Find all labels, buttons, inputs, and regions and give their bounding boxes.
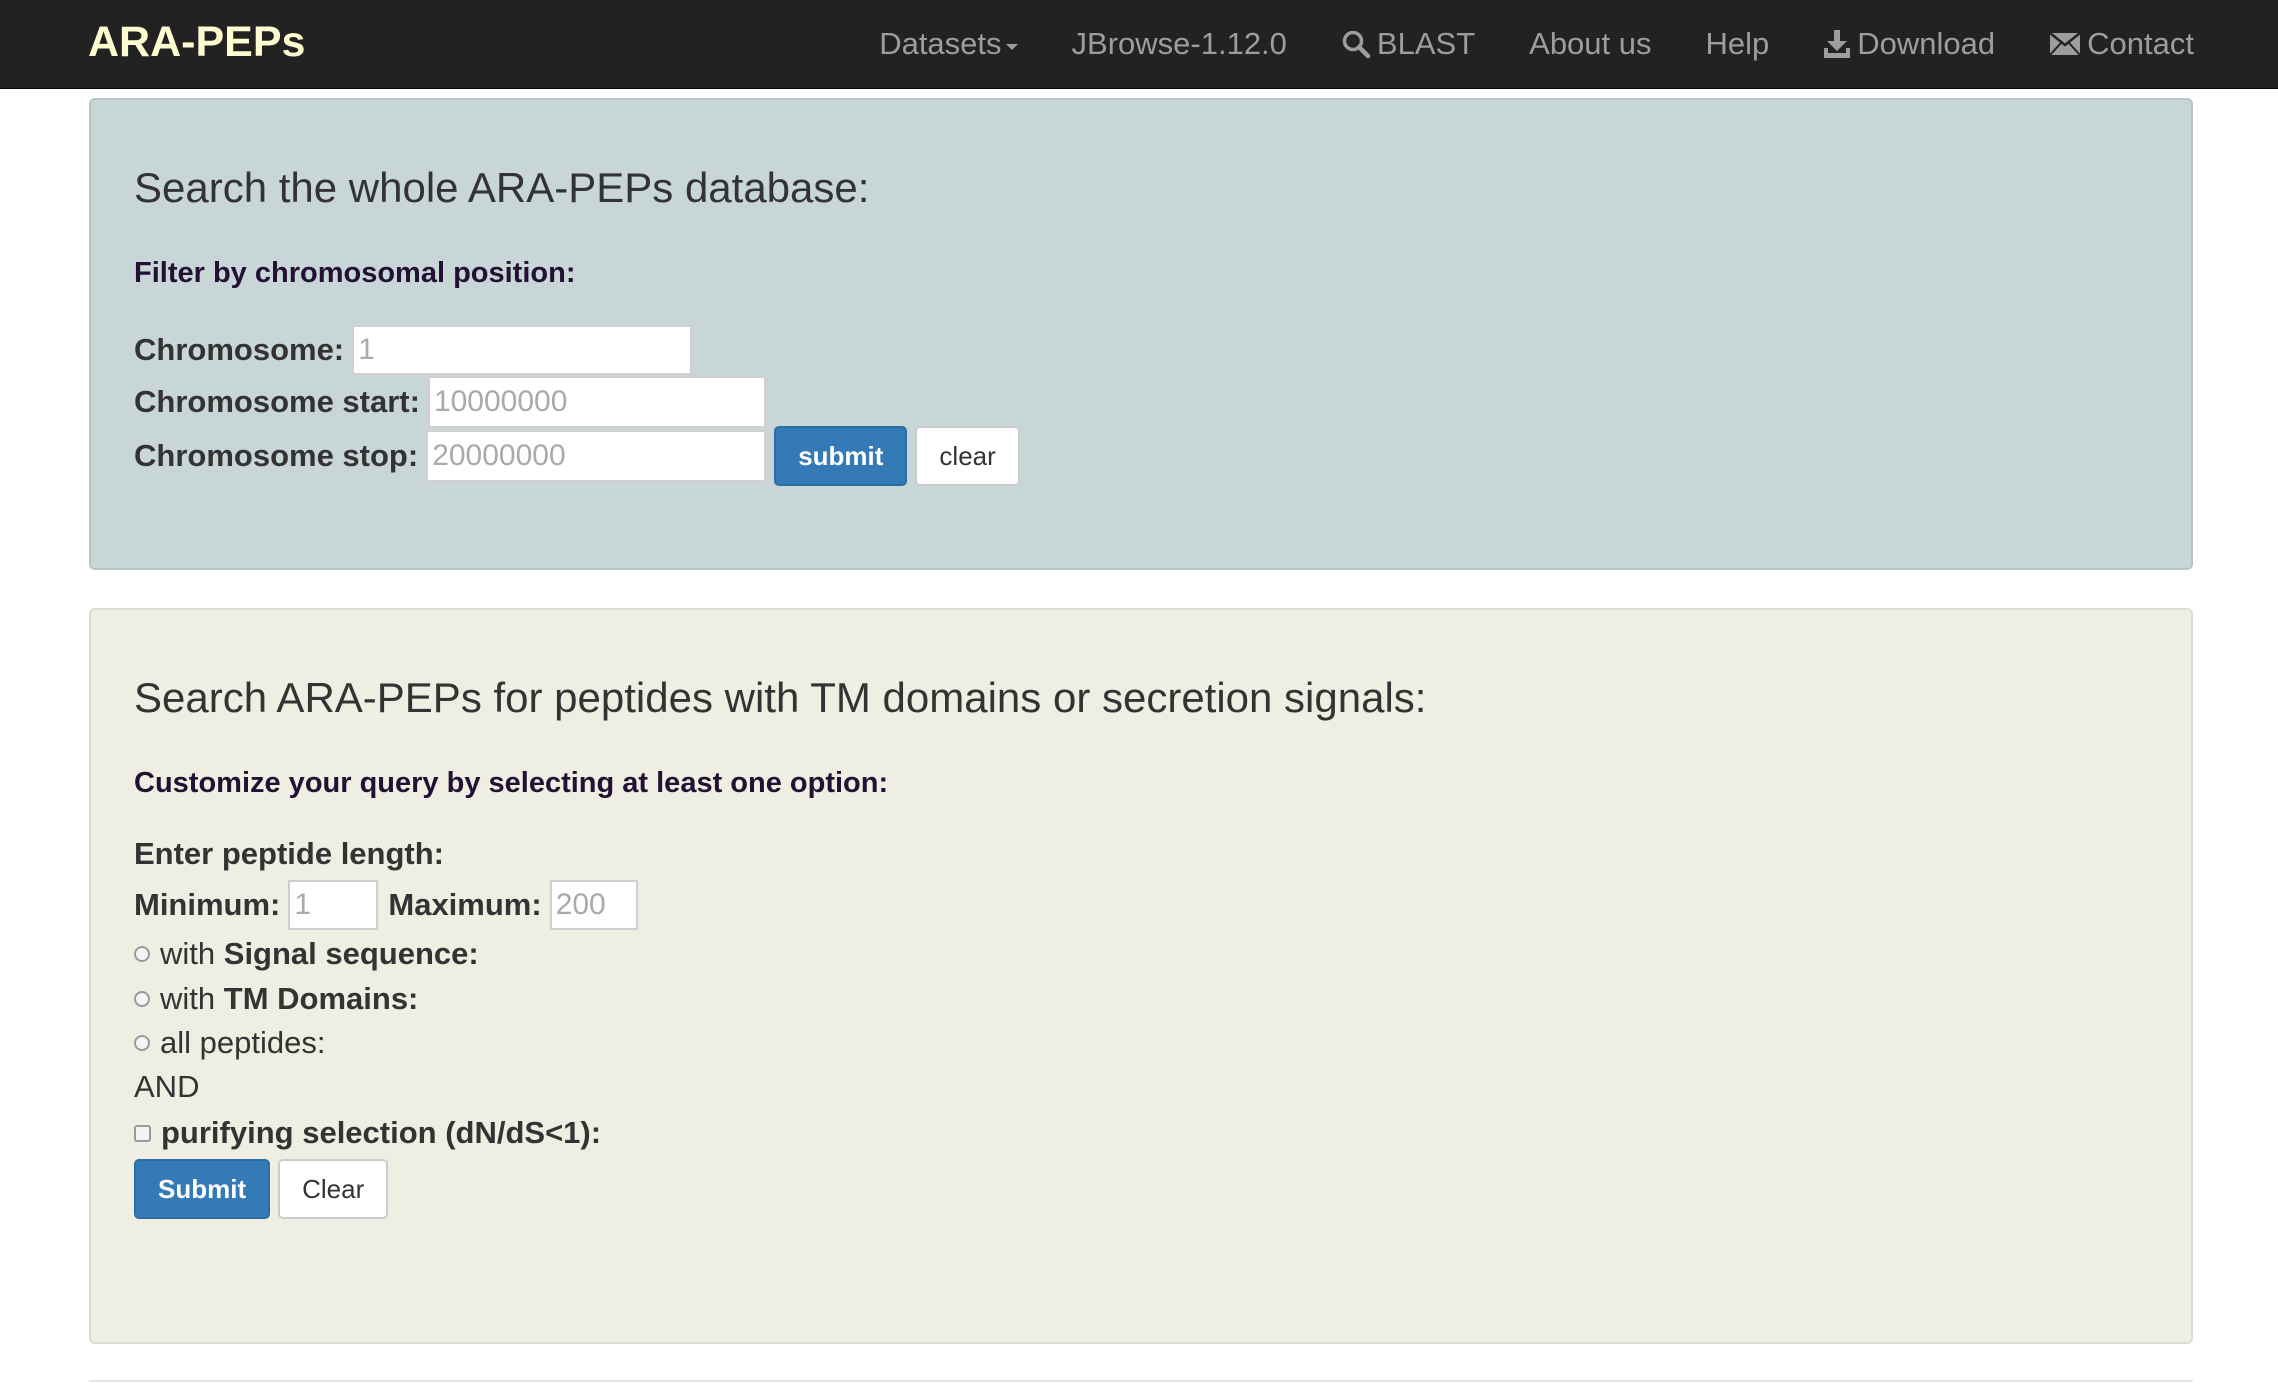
signal-sequence-radio[interactable] [134,946,150,962]
envelope-icon [2049,32,2081,56]
chromosome-stop-input[interactable] [426,430,767,482]
chromosome-search-panel: Search the whole ARA-PEPs database: Filt… [89,98,2193,570]
nav-menu: Datasets JBrowse-1.12.0 BLAST About us H… [852,0,2194,88]
panel-subtitle: Customize your query by selecting at lea… [134,767,889,799]
peptide-length-row: Enter peptide length: [134,836,452,872]
panel-subtitle: Filter by chromosomal position: [134,257,576,289]
brand-logo-link[interactable]: ARA-PEPs [88,0,305,88]
signal-sequence-label: Signal sequence: [223,936,479,971]
peptide-actions-row: Submit Clear [134,1159,389,1219]
chromosome-start-label: Chromosome start: [134,384,420,419]
tm-domains-label: TM Domains: [223,981,419,1016]
download-icon [1823,29,1851,59]
chromosome-row: Chromosome: [134,325,693,375]
option-signal-sequence: with Signal sequence: [134,936,487,972]
peptide-clear-button[interactable]: Clear [278,1159,389,1219]
maximum-label: Maximum: [388,887,542,922]
nav-item-jbrowse[interactable]: JBrowse-1.12.0 [1045,0,1314,88]
nav-item-datasets[interactable]: Datasets [852,0,1044,88]
footer-divider [89,1380,2193,1382]
all-peptides-label: all peptides: [160,1025,326,1060]
nav-item-label: JBrowse-1.12.0 [1071,26,1287,61]
nav-item-label: Download [1857,26,1996,61]
and-text: AND [134,1069,200,1104]
nav-item-about-us[interactable]: About us [1502,0,1678,88]
top-navbar: ARA-PEPs Datasets JBrowse-1.12.0 BLAST A… [0,0,2278,89]
peptide-length-label: Enter peptide length: [134,836,444,871]
minimum-length-input[interactable] [288,880,379,930]
caret-down-icon [1005,44,1018,50]
purifying-selection-row: purifying selection (dN/dS<1): [134,1115,609,1151]
panel-title: Search ARA-PEPs for peptides with TM dom… [134,674,1427,721]
submit-button[interactable]: submit [774,426,908,486]
minimum-label: Minimum: [134,887,281,922]
maximum-length-input[interactable] [549,880,638,930]
min-max-row: Minimum: Maximum: [134,880,638,930]
and-row: AND [134,1069,199,1105]
option-prefix: with [160,936,216,971]
nav-item-label: Datasets [879,26,1002,61]
nav-item-blast[interactable]: BLAST [1314,0,1502,88]
chromosome-stop-row: Chromosome stop: submit clear [134,426,1020,486]
chromosome-input[interactable] [352,325,693,375]
nav-item-label: BLAST [1376,26,1476,61]
nav-item-label: Help [1705,26,1770,61]
chromosome-label: Chromosome: [134,332,345,367]
option-all-peptides: all peptides: [134,1025,325,1061]
peptide-submit-button[interactable]: Submit [134,1159,271,1219]
chromosome-stop-label: Chromosome stop: [134,438,419,473]
panel-title: Search the whole ARA-PEPs database: [134,164,870,211]
clear-button[interactable]: clear [915,426,1020,486]
nav-item-contact[interactable]: Contact [2022,0,2194,88]
nav-item-download[interactable]: Download [1796,0,2022,88]
nav-item-label: Contact [2087,26,2194,61]
peptide-search-panel: Search ARA-PEPs for peptides with TM dom… [89,608,2193,1344]
tm-domains-radio[interactable] [134,991,150,1007]
purifying-selection-checkbox[interactable] [134,1124,151,1142]
chromosome-start-input[interactable] [427,376,766,428]
option-prefix: with [160,981,216,1016]
all-peptides-radio[interactable] [134,1035,150,1051]
purifying-selection-label: purifying selection (dN/dS<1): [161,1115,602,1150]
option-tm-domains: with TM Domains: [134,981,426,1017]
chromosome-start-row: Chromosome start: [134,376,766,428]
search-icon [1341,29,1371,59]
nav-item-help[interactable]: Help [1679,0,1797,88]
nav-item-label: About us [1529,26,1652,61]
